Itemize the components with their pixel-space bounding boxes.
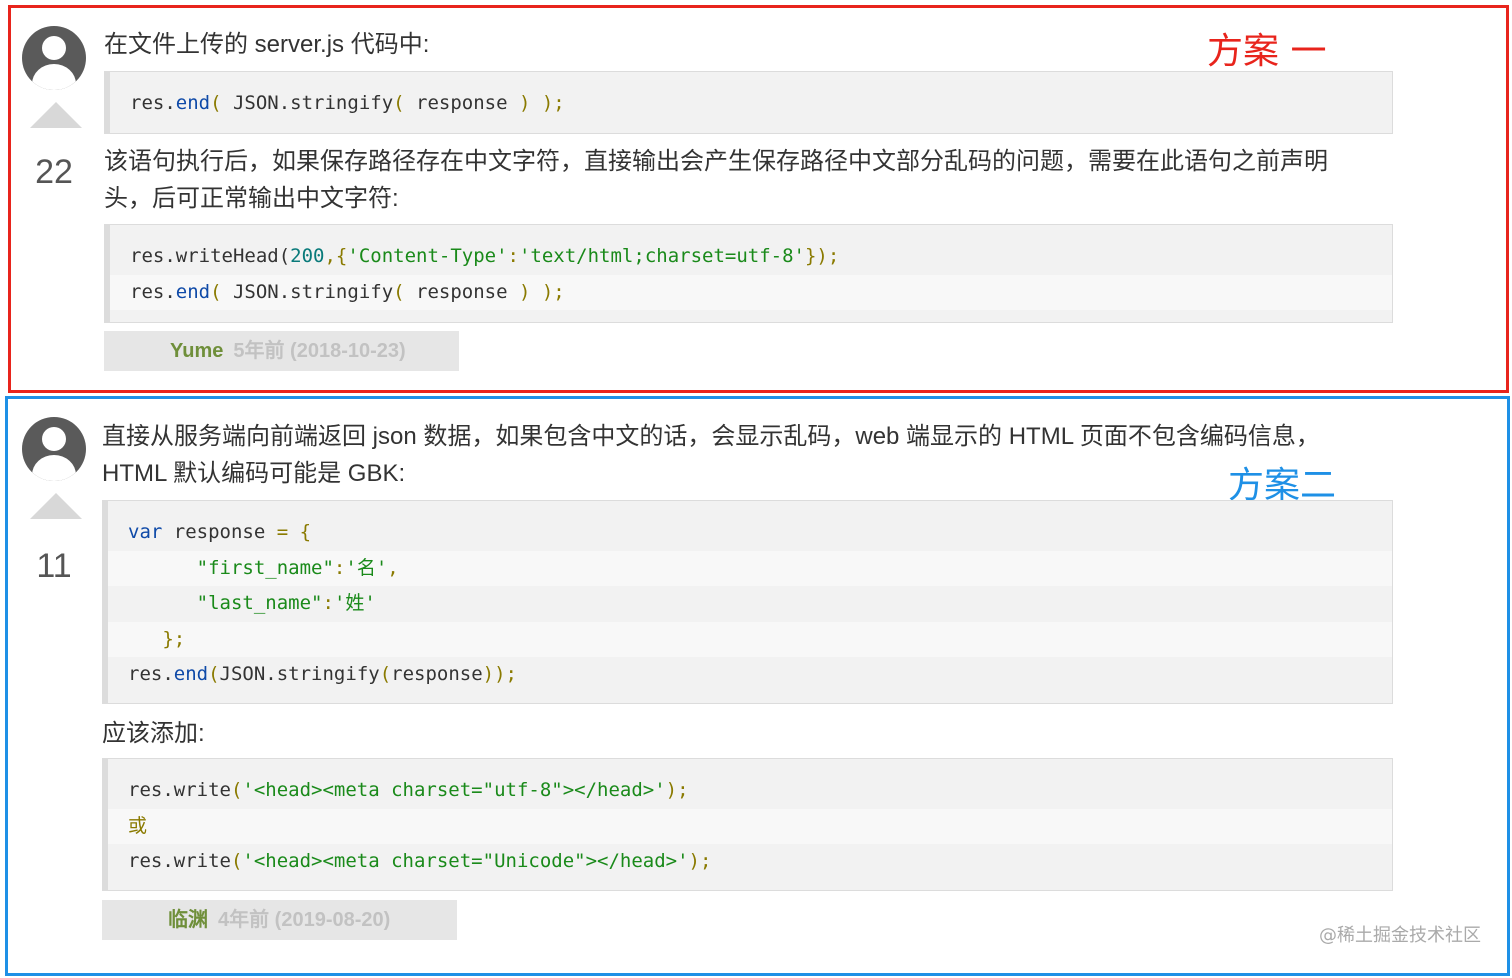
answer-card-2: 11 方案二 直接从服务端向前端返回 json 数据，如果包含中文的话，会显示乱… (5, 396, 1510, 976)
watermark: @稀土掘金技术社区 (1319, 925, 1481, 946)
vote-score: 11 (36, 547, 72, 585)
code-line: res.end( JSON.stringify( response ) ); (110, 274, 1392, 310)
explanation-line-1: 该语句执行后，如果保存路径存在中文字符，直接输出会产生保存路径中文部分乱码的问题… (104, 148, 1328, 175)
answer-intro-text: 在文件上传的 server.js 代码中: (104, 31, 430, 58)
answer-intro-line-2: HTML 默认编码可能是 GBK: (102, 460, 406, 487)
answer-meta: Yume 5年前 (2018-10-23) (104, 331, 459, 371)
explanation-line-2: 头，后可正常输出中文字符: (104, 185, 399, 212)
code-line: res.end( JSON.stringify( response ) ); (130, 92, 565, 114)
user-avatar-icon[interactable] (22, 26, 86, 90)
post-time: 4年前 (2019-08-20) (218, 909, 391, 931)
code-block: var response = { "first_name":'名', "last… (102, 500, 1393, 704)
code-line: "last_name":'姓' (196, 592, 376, 614)
author-name[interactable]: Yume (170, 340, 223, 362)
vote-score: 22 (35, 153, 73, 191)
code-line: res.write('<head><meta charset="Unicode"… (128, 850, 712, 872)
answer-card-1: 22 方案 一 在文件上传的 server.js 代码中: res.end( J… (8, 5, 1509, 393)
code-line: res.end(JSON.stringify(response)); (128, 663, 517, 685)
code-line: "first_name":'名', (108, 550, 1392, 586)
post-time: 5年前 (2018-10-23) (233, 340, 406, 362)
code-block: res.writeHead(200,{'Content-Type':'text/… (104, 224, 1393, 323)
code-line: 或 (108, 808, 1392, 844)
code-line: }; (108, 621, 1392, 657)
code-line: res.write('<head><meta charset="utf-8"><… (128, 779, 689, 801)
code-block: res.end( JSON.stringify( response ) ); (104, 71, 1393, 134)
upvote-arrow-icon[interactable] (30, 493, 82, 519)
code-line: var response = { (128, 521, 312, 543)
user-avatar-icon[interactable] (22, 417, 86, 481)
upvote-arrow-icon[interactable] (30, 102, 82, 128)
answer-meta: 临渊 4年前 (2019-08-20) (102, 900, 457, 940)
answer-intro-line-1: 直接从服务端向前端返回 json 数据，如果包含中文的话，会显示乱码，web 端… (102, 423, 1320, 450)
middle-text: 应该添加: (102, 720, 205, 747)
author-name[interactable]: 临渊 (168, 909, 208, 931)
code-block: res.write('<head><meta charset="utf-8"><… (102, 758, 1393, 891)
code-line: res.writeHead(200,{'Content-Type':'text/… (130, 245, 840, 267)
plan-label: 方案 一 (1207, 31, 1327, 72)
